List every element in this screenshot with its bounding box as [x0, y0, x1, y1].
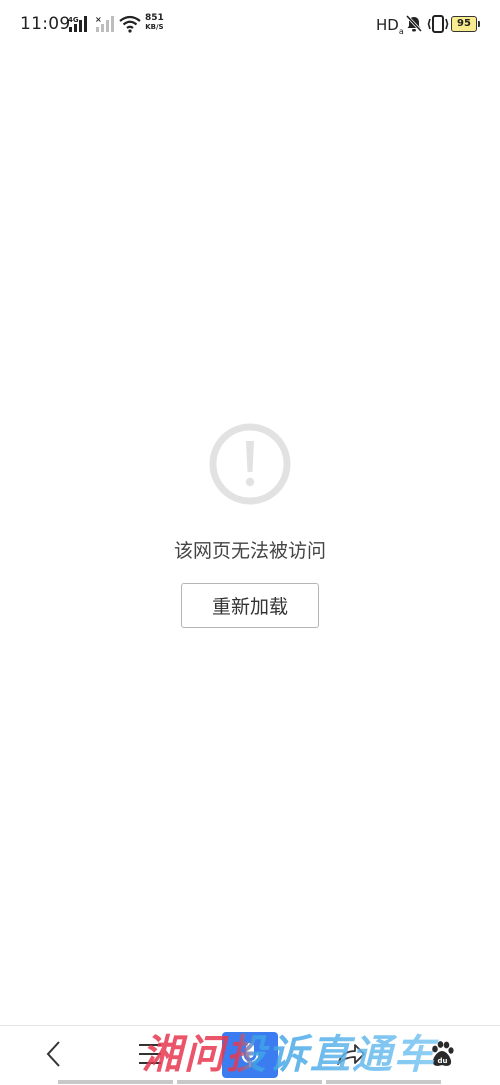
error-message: 该网页无法被访问 [173, 540, 326, 562]
home-indicator-segment [326, 1080, 441, 1084]
reload-button[interactable]: 重新加载 [181, 583, 319, 628]
back-button[interactable] [28, 1026, 80, 1082]
bell-muted-icon [406, 15, 422, 33]
wifi-icon [119, 15, 141, 33]
share-icon [337, 1044, 365, 1065]
network-speed: 851 KB/S [145, 14, 164, 32]
voice-search-button[interactable] [222, 1032, 278, 1078]
svg-text:du: du [438, 1057, 448, 1065]
network-speed-unit: KB/S [145, 23, 164, 31]
battery-indicator: 95 [451, 16, 480, 32]
svg-text:×: × [95, 15, 102, 24]
bottom-toolbar: du [0, 1025, 500, 1085]
menu-button[interactable] [124, 1026, 176, 1082]
menu-icon [139, 1044, 161, 1064]
vibrate-icon [427, 15, 449, 33]
home-indicator-segment [177, 1080, 322, 1084]
hd-voice-indicator: HDa [376, 16, 404, 36]
home-indicator-segment [58, 1080, 173, 1084]
status-time: 11:09 [20, 14, 71, 34]
baidu-button[interactable]: du [416, 1026, 468, 1082]
signal-4g-icon: 4G [68, 16, 87, 32]
share-button[interactable] [325, 1026, 377, 1082]
signal-no-sim-icon: × [95, 15, 114, 32]
microphone-icon [241, 1043, 259, 1067]
back-icon [46, 1041, 60, 1067]
baidu-paw-icon: du [432, 1041, 454, 1066]
svg-text:4G: 4G [68, 16, 79, 24]
exclamation-circle-icon [209, 423, 291, 505]
network-speed-value: 851 [145, 13, 164, 23]
status-bar: 11:09 4G × 851 KB/S HDa 95 [0, 0, 500, 50]
